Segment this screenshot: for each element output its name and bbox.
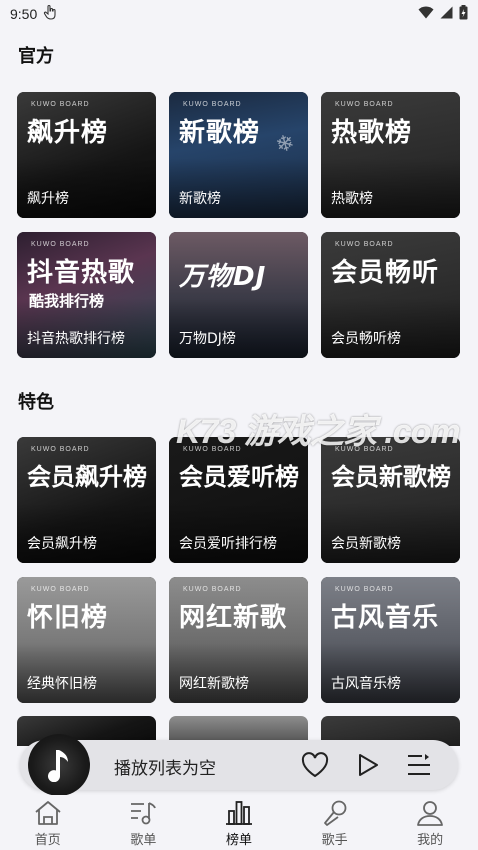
card-caption: 抖音热歌排行榜 bbox=[27, 331, 125, 347]
card-title: 会员畅听 bbox=[331, 258, 440, 288]
card-title: 怀旧榜 bbox=[27, 603, 109, 633]
card-brand: KUWO BOARD bbox=[335, 241, 394, 248]
play-icon bbox=[359, 754, 378, 776]
battery-icon bbox=[459, 4, 468, 24]
bottom-tab-bar: 首页 歌单 榜单 歌手 我的 bbox=[0, 795, 478, 850]
tab-chart[interactable]: 榜单 bbox=[191, 795, 287, 850]
card-caption: 新歌榜 bbox=[179, 191, 221, 207]
chart-card[interactable]: KUWO BOARD 会员畅听 会员畅听榜 bbox=[321, 232, 460, 358]
player-status-text: 播放列表为空 bbox=[114, 759, 216, 779]
touch-icon bbox=[43, 4, 57, 24]
status-bar: 9:50 bbox=[0, 0, 478, 28]
card-title: 古风音乐 bbox=[331, 603, 440, 633]
card-brand: KUWO BOARD bbox=[335, 586, 394, 593]
chart-card[interactable]: KUWO BOARD 会员爱听榜 会员爱听排行榜 bbox=[169, 437, 308, 563]
card-caption: 古风音乐榜 bbox=[331, 676, 401, 692]
official-chart-grid: KUWO BOARD 飙升榜 飙升榜 ❄ KUWO BOARD 新歌榜 新歌榜 … bbox=[17, 92, 461, 358]
mini-player[interactable]: 播放列表为空 bbox=[20, 734, 458, 796]
card-title: 网红新歌 bbox=[179, 603, 288, 633]
profile-icon bbox=[417, 801, 444, 826]
card-subtitle: 酷我排行榜 bbox=[29, 292, 105, 310]
tab-singer[interactable]: 歌手 bbox=[287, 795, 383, 850]
card-caption: 网红新歌榜 bbox=[179, 676, 249, 692]
tab-label: 首页 bbox=[34, 833, 61, 848]
watermark-text: K73 游戏之家 .com bbox=[176, 413, 461, 451]
chart-icon bbox=[225, 801, 252, 825]
tab-home[interactable]: 首页 bbox=[0, 795, 96, 850]
card-brand: KUWO BOARD bbox=[31, 101, 90, 108]
card-caption: 经典怀旧榜 bbox=[27, 676, 97, 692]
chart-card[interactable]: 万物DJ 万物DJ榜 bbox=[169, 232, 308, 358]
chart-card[interactable]: KUWO BOARD 会员飙升榜 会员飙升榜 bbox=[17, 437, 156, 563]
chart-card[interactable]: KUWO BOARD 古风音乐 古风音乐榜 bbox=[321, 577, 460, 703]
home-icon bbox=[35, 801, 61, 825]
tab-label: 榜单 bbox=[225, 833, 252, 848]
card-title: 万物DJ bbox=[179, 262, 267, 292]
status-time: 9:50 bbox=[10, 6, 38, 22]
chart-card[interactable]: KUWO BOARD 抖音热歌 酷我排行榜 抖音热歌排行榜 bbox=[17, 232, 156, 358]
chart-card[interactable]: KUWO BOARD 网红新歌 网红新歌榜 bbox=[169, 577, 308, 703]
card-caption: 万物DJ榜 bbox=[179, 331, 236, 347]
queue-icon bbox=[408, 754, 430, 775]
card-caption: 会员飙升榜 bbox=[27, 536, 97, 552]
card-title: 会员爱听榜 bbox=[179, 463, 299, 491]
heart-icon bbox=[301, 752, 329, 778]
watermark: K73 游戏之家 .com bbox=[176, 404, 461, 453]
card-title: 新歌榜 bbox=[179, 118, 261, 148]
tab-profile[interactable]: 我的 bbox=[382, 795, 478, 850]
chart-card[interactable]: ❄ KUWO BOARD 新歌榜 新歌榜 bbox=[169, 92, 308, 218]
card-brand: KUWO BOARD bbox=[183, 586, 242, 593]
card-title: 热歌榜 bbox=[331, 118, 413, 148]
music-note-icon bbox=[48, 750, 68, 782]
card-caption: 会员畅听榜 bbox=[331, 331, 401, 347]
album-disc[interactable] bbox=[28, 734, 90, 796]
wifi-icon bbox=[418, 6, 434, 23]
card-title: 抖音热歌 bbox=[27, 258, 136, 288]
section-title-featured: 特色 bbox=[18, 392, 54, 413]
card-title: 会员飙升榜 bbox=[27, 463, 147, 491]
singer-icon bbox=[323, 800, 346, 826]
featured-chart-grid: KUWO BOARD 会员飙升榜 会员飙升榜 KUWO BOARD 会员爱听榜 … bbox=[17, 437, 461, 703]
card-brand: KUWO BOARD bbox=[335, 101, 394, 108]
signal-icon bbox=[440, 6, 453, 23]
chart-card[interactable]: KUWO BOARD 会员新歌榜 会员新歌榜 bbox=[321, 437, 460, 563]
playlist-button[interactable] bbox=[404, 750, 434, 780]
card-brand: KUWO BOARD bbox=[31, 446, 90, 453]
card-brand: KUWO BOARD bbox=[183, 101, 242, 108]
like-button[interactable] bbox=[300, 750, 330, 780]
card-caption: 会员新歌榜 bbox=[331, 536, 401, 552]
card-title: 会员新歌榜 bbox=[331, 463, 451, 491]
tab-label: 我的 bbox=[417, 833, 444, 848]
card-title: 飙升榜 bbox=[27, 118, 109, 148]
chart-card[interactable]: KUWO BOARD 热歌榜 热歌榜 bbox=[321, 92, 460, 218]
card-caption: 会员爱听排行榜 bbox=[179, 536, 277, 552]
card-caption: 热歌榜 bbox=[331, 191, 373, 207]
tab-playlist[interactable]: 歌单 bbox=[96, 795, 192, 850]
chart-card[interactable]: KUWO BOARD 飙升榜 飙升榜 bbox=[17, 92, 156, 218]
tab-label: 歌单 bbox=[130, 833, 157, 848]
section-title-official: 官方 bbox=[18, 46, 54, 67]
card-brand: KUWO BOARD bbox=[31, 586, 90, 593]
playlist-icon bbox=[131, 802, 157, 825]
chart-card[interactable]: KUWO BOARD 怀旧榜 经典怀旧榜 bbox=[17, 577, 156, 703]
tab-label: 歌手 bbox=[321, 833, 348, 848]
play-button[interactable] bbox=[353, 750, 383, 780]
card-brand: KUWO BOARD bbox=[31, 241, 90, 248]
card-caption: 飙升榜 bbox=[27, 191, 69, 207]
